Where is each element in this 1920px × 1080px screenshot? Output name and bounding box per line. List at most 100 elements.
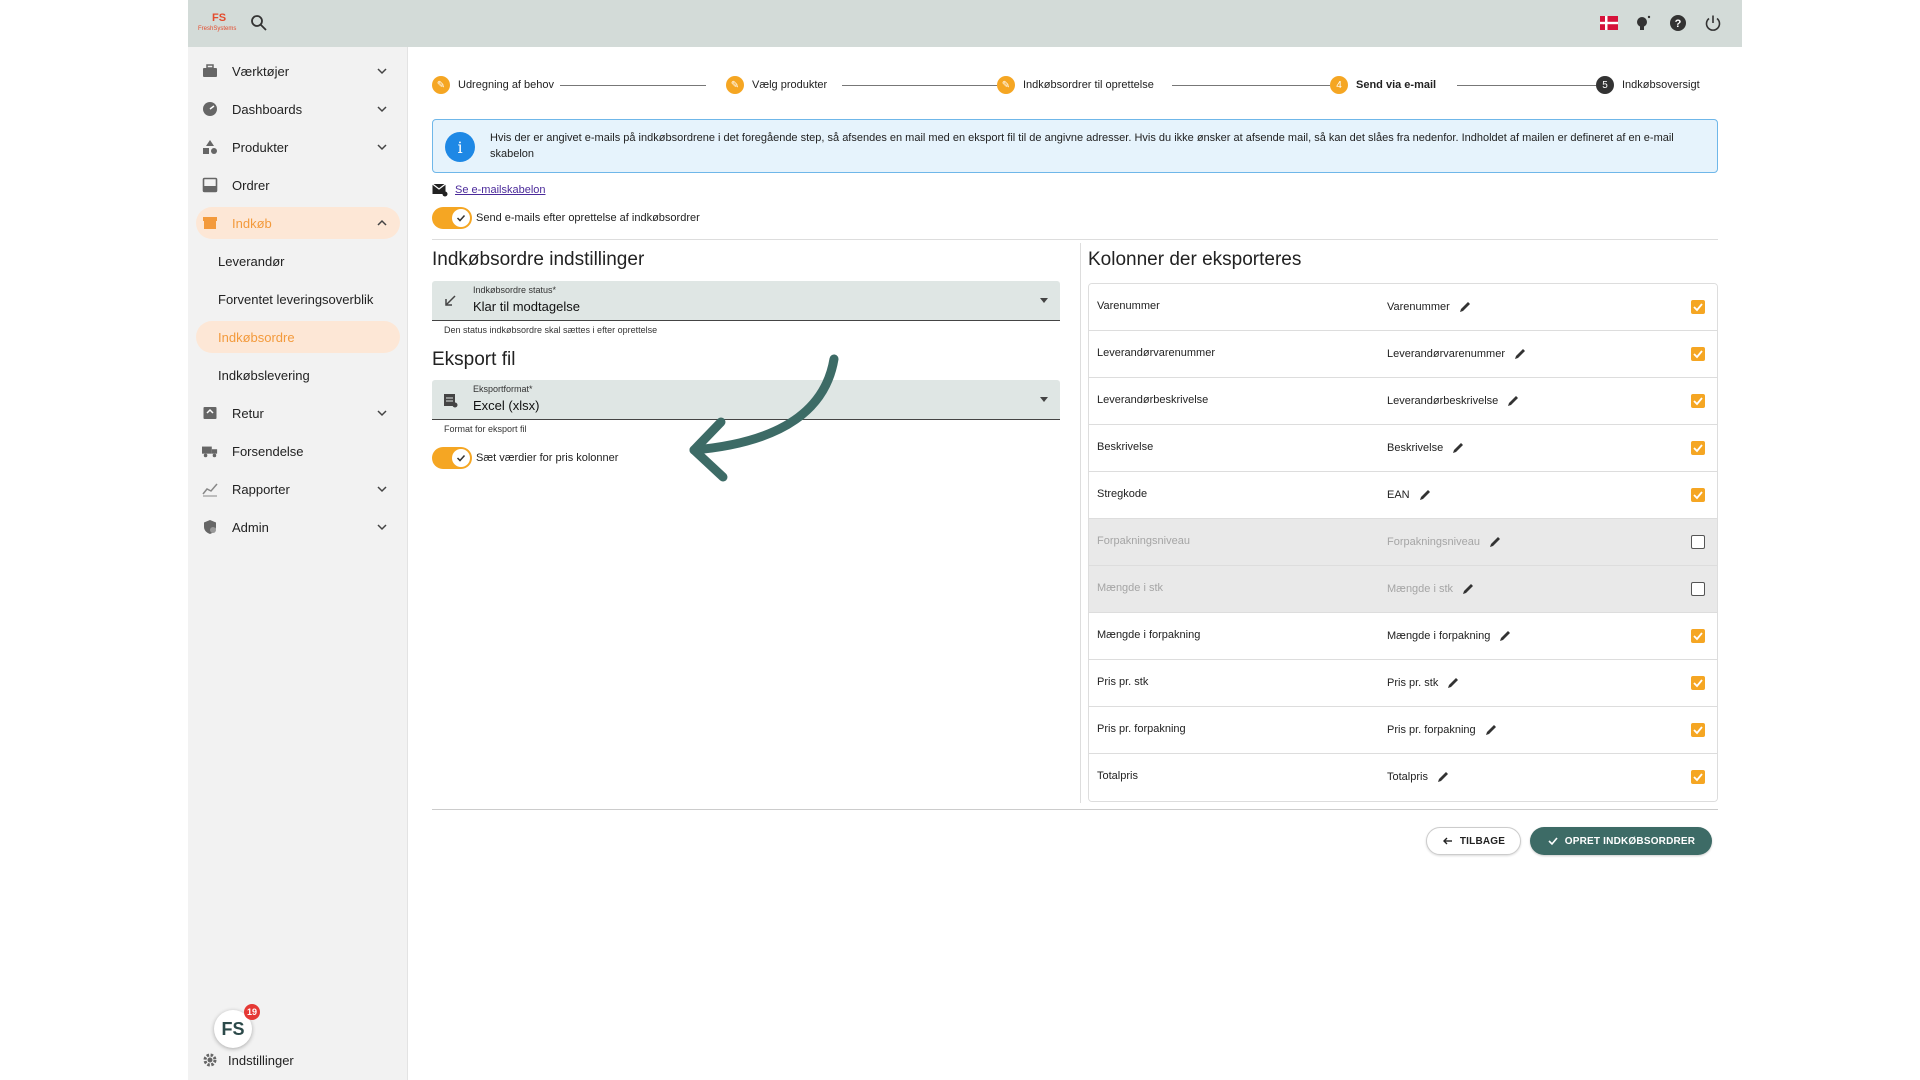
step-number: 4 (1330, 76, 1348, 94)
sidebar-item-forsendelse[interactable]: Forsendelse (196, 435, 400, 467)
sidebar-subitem-leverandoer[interactable]: Leverandør (196, 245, 400, 277)
sidebar-item-dashboards[interactable]: Dashboards (196, 93, 400, 125)
export-checkbox[interactable] (1691, 300, 1705, 314)
export-name-cell: Varenummer (1387, 300, 1472, 314)
export-checkbox[interactable] (1691, 394, 1705, 408)
export-checkbox[interactable] (1691, 723, 1705, 737)
dropdown-caret-icon (1040, 397, 1048, 402)
check-icon (456, 454, 466, 462)
brand-logo[interactable]: FS FreshSystems (198, 12, 242, 34)
export-name-cell: Leverandørbeskrivelse (1387, 394, 1520, 408)
sidebar-item-ordrer[interactable]: Ordrer (196, 169, 400, 201)
info-text: Hvis der er angivet e-mails på indkøbsor… (490, 132, 1674, 160)
export-checkbox[interactable] (1691, 582, 1705, 596)
table-row: Beskrivelse Beskrivelse (1089, 425, 1717, 472)
step-indkoebsoversigt[interactable]: 5 Indkøbsoversigt (1596, 73, 1706, 97)
status-select-value: Klar til modtagelse (473, 299, 580, 314)
table-row: Leverandørbeskrivelse Leverandørbeskrive… (1089, 378, 1717, 425)
send-emails-toggle[interactable] (432, 207, 472, 229)
check-icon (1693, 679, 1703, 688)
sidebar-subitem-label: Indkøbsordre (218, 329, 295, 345)
sidebar: Værktøjer Dashboards Produkter Ordrer In… (188, 47, 408, 1080)
export-name: Beskrivelse (1387, 442, 1444, 454)
check-icon (1693, 726, 1703, 735)
create-purchase-orders-button[interactable]: OPRET INDKØBSORDRER (1530, 827, 1712, 855)
sidebar-item-vaerktoejer[interactable]: Værktøjer (196, 55, 400, 87)
truck-icon (202, 443, 218, 459)
column-name: Beskrivelse (1097, 441, 1154, 453)
table-row: Totalpris Totalpris (1089, 754, 1717, 801)
column-name: Varenummer (1097, 300, 1160, 312)
pencil-icon[interactable] (1506, 394, 1520, 408)
pencil-icon[interactable] (1418, 488, 1432, 502)
column-name: Leverandørbeskrivelse (1097, 394, 1209, 406)
export-checkbox[interactable] (1691, 770, 1705, 784)
step-label: Vælg produkter (752, 79, 828, 91)
help-icon[interactable]: ? (1667, 12, 1689, 34)
pencil-icon[interactable] (1488, 535, 1502, 549)
sidebar-item-retur[interactable]: Retur (196, 397, 400, 429)
sidebar-item-rapporter[interactable]: Rapporter (196, 473, 400, 505)
pencil-icon[interactable] (1498, 629, 1512, 643)
export-checkbox[interactable] (1691, 441, 1705, 455)
export-checkbox[interactable] (1691, 535, 1705, 549)
pencil-icon[interactable] (1484, 723, 1498, 737)
notification-count-badge: 19 (244, 1004, 260, 1020)
step-udregning-af-behov[interactable]: ✎ Udregning af behov (432, 73, 561, 97)
pencil-icon[interactable] (1446, 676, 1460, 690)
step-send-via-email[interactable]: 4 Send via e-mail (1330, 73, 1443, 97)
status-select[interactable]: Indkøbsordre status* Klar til modtagelse (432, 281, 1060, 321)
export-name: Pris pr. stk (1387, 677, 1439, 689)
lightbulb-icon[interactable] (1632, 12, 1654, 34)
pencil-icon[interactable] (1451, 441, 1465, 455)
logo-mark: FS (212, 12, 227, 24)
sidebar-item-produkter[interactable]: Produkter (196, 131, 400, 163)
back-button[interactable]: TILBAGE (1426, 827, 1521, 855)
file-table-icon (444, 394, 458, 408)
sidebar-subitem-indkoebslevering[interactable]: Indkøbslevering (196, 359, 400, 391)
export-checkbox[interactable] (1691, 488, 1705, 502)
export-checkbox[interactable] (1691, 347, 1705, 361)
search-icon[interactable] (249, 13, 269, 33)
export-name-cell: Beskrivelse (1387, 441, 1465, 455)
status-helper-text: Den status indkøbsordre skal sættes i ef… (444, 325, 658, 335)
footer-divider (432, 809, 1718, 810)
shapes-icon (202, 139, 218, 155)
export-name-cell: Pris pr. forpakning (1387, 723, 1498, 737)
export-checkbox[interactable] (1691, 629, 1705, 643)
sidebar-item-indkoeb[interactable]: Indkøb (196, 207, 400, 239)
sidebar-subitem-forventet-leveringsoverblik[interactable]: Forventet leveringsoverblik (196, 283, 400, 315)
step-label: Indkøbsordrer til oprettelse (1023, 79, 1154, 91)
export-title: Eksport fil (432, 349, 516, 370)
arrow-down-left-icon (445, 295, 456, 306)
export-name: Pris pr. forpakning (1387, 724, 1476, 736)
pencil-icon[interactable] (1461, 582, 1475, 596)
export-name-cell: Forpakningsniveau (1387, 535, 1502, 549)
arrow-left-icon (1442, 837, 1452, 845)
pencil-icon[interactable] (1436, 770, 1450, 784)
export-checkbox[interactable] (1691, 676, 1705, 690)
step-vaelg-produkter[interactable]: ✎ Vælg produkter (726, 73, 834, 97)
column-name: Forpakningsniveau (1097, 535, 1190, 547)
power-icon[interactable] (1702, 12, 1724, 34)
sidebar-subitem-indkoebsordre[interactable]: Indkøbsordre (196, 321, 400, 353)
table-row: Pris pr. stk Pris pr. stk (1089, 660, 1717, 707)
step-label: Indkøbsoversigt (1622, 79, 1700, 91)
step-connector (1172, 85, 1332, 86)
danish-flag-icon[interactable] (1598, 12, 1620, 34)
step-done-icon: ✎ (432, 76, 450, 94)
chevron-down-icon (377, 486, 387, 493)
pencil-icon[interactable] (1513, 347, 1527, 361)
price-values-toggle[interactable] (432, 447, 472, 469)
email-template-row: Se e-mailskabelon (432, 182, 546, 198)
sidebar-item-indstillinger[interactable]: Indstillinger (202, 1050, 294, 1070)
chevron-up-icon (377, 219, 387, 226)
svg-text:?: ? (1675, 18, 1682, 30)
pencil-icon[interactable] (1458, 300, 1472, 314)
email-template-link[interactable]: Se e-mailskabelon (455, 184, 546, 196)
step-indkoebsordrer-til-oprettelse[interactable]: ✎ Indkøbsordrer til oprettelse (997, 73, 1160, 97)
export-format-label: Eksportformat* (473, 384, 533, 394)
table-row: Forpakningsniveau Forpakningsniveau (1089, 519, 1717, 566)
sidebar-item-admin[interactable]: Admin (196, 511, 400, 543)
app-window: FS FreshSystems ? Værktøjer Dashboards P… (188, 0, 1742, 1080)
